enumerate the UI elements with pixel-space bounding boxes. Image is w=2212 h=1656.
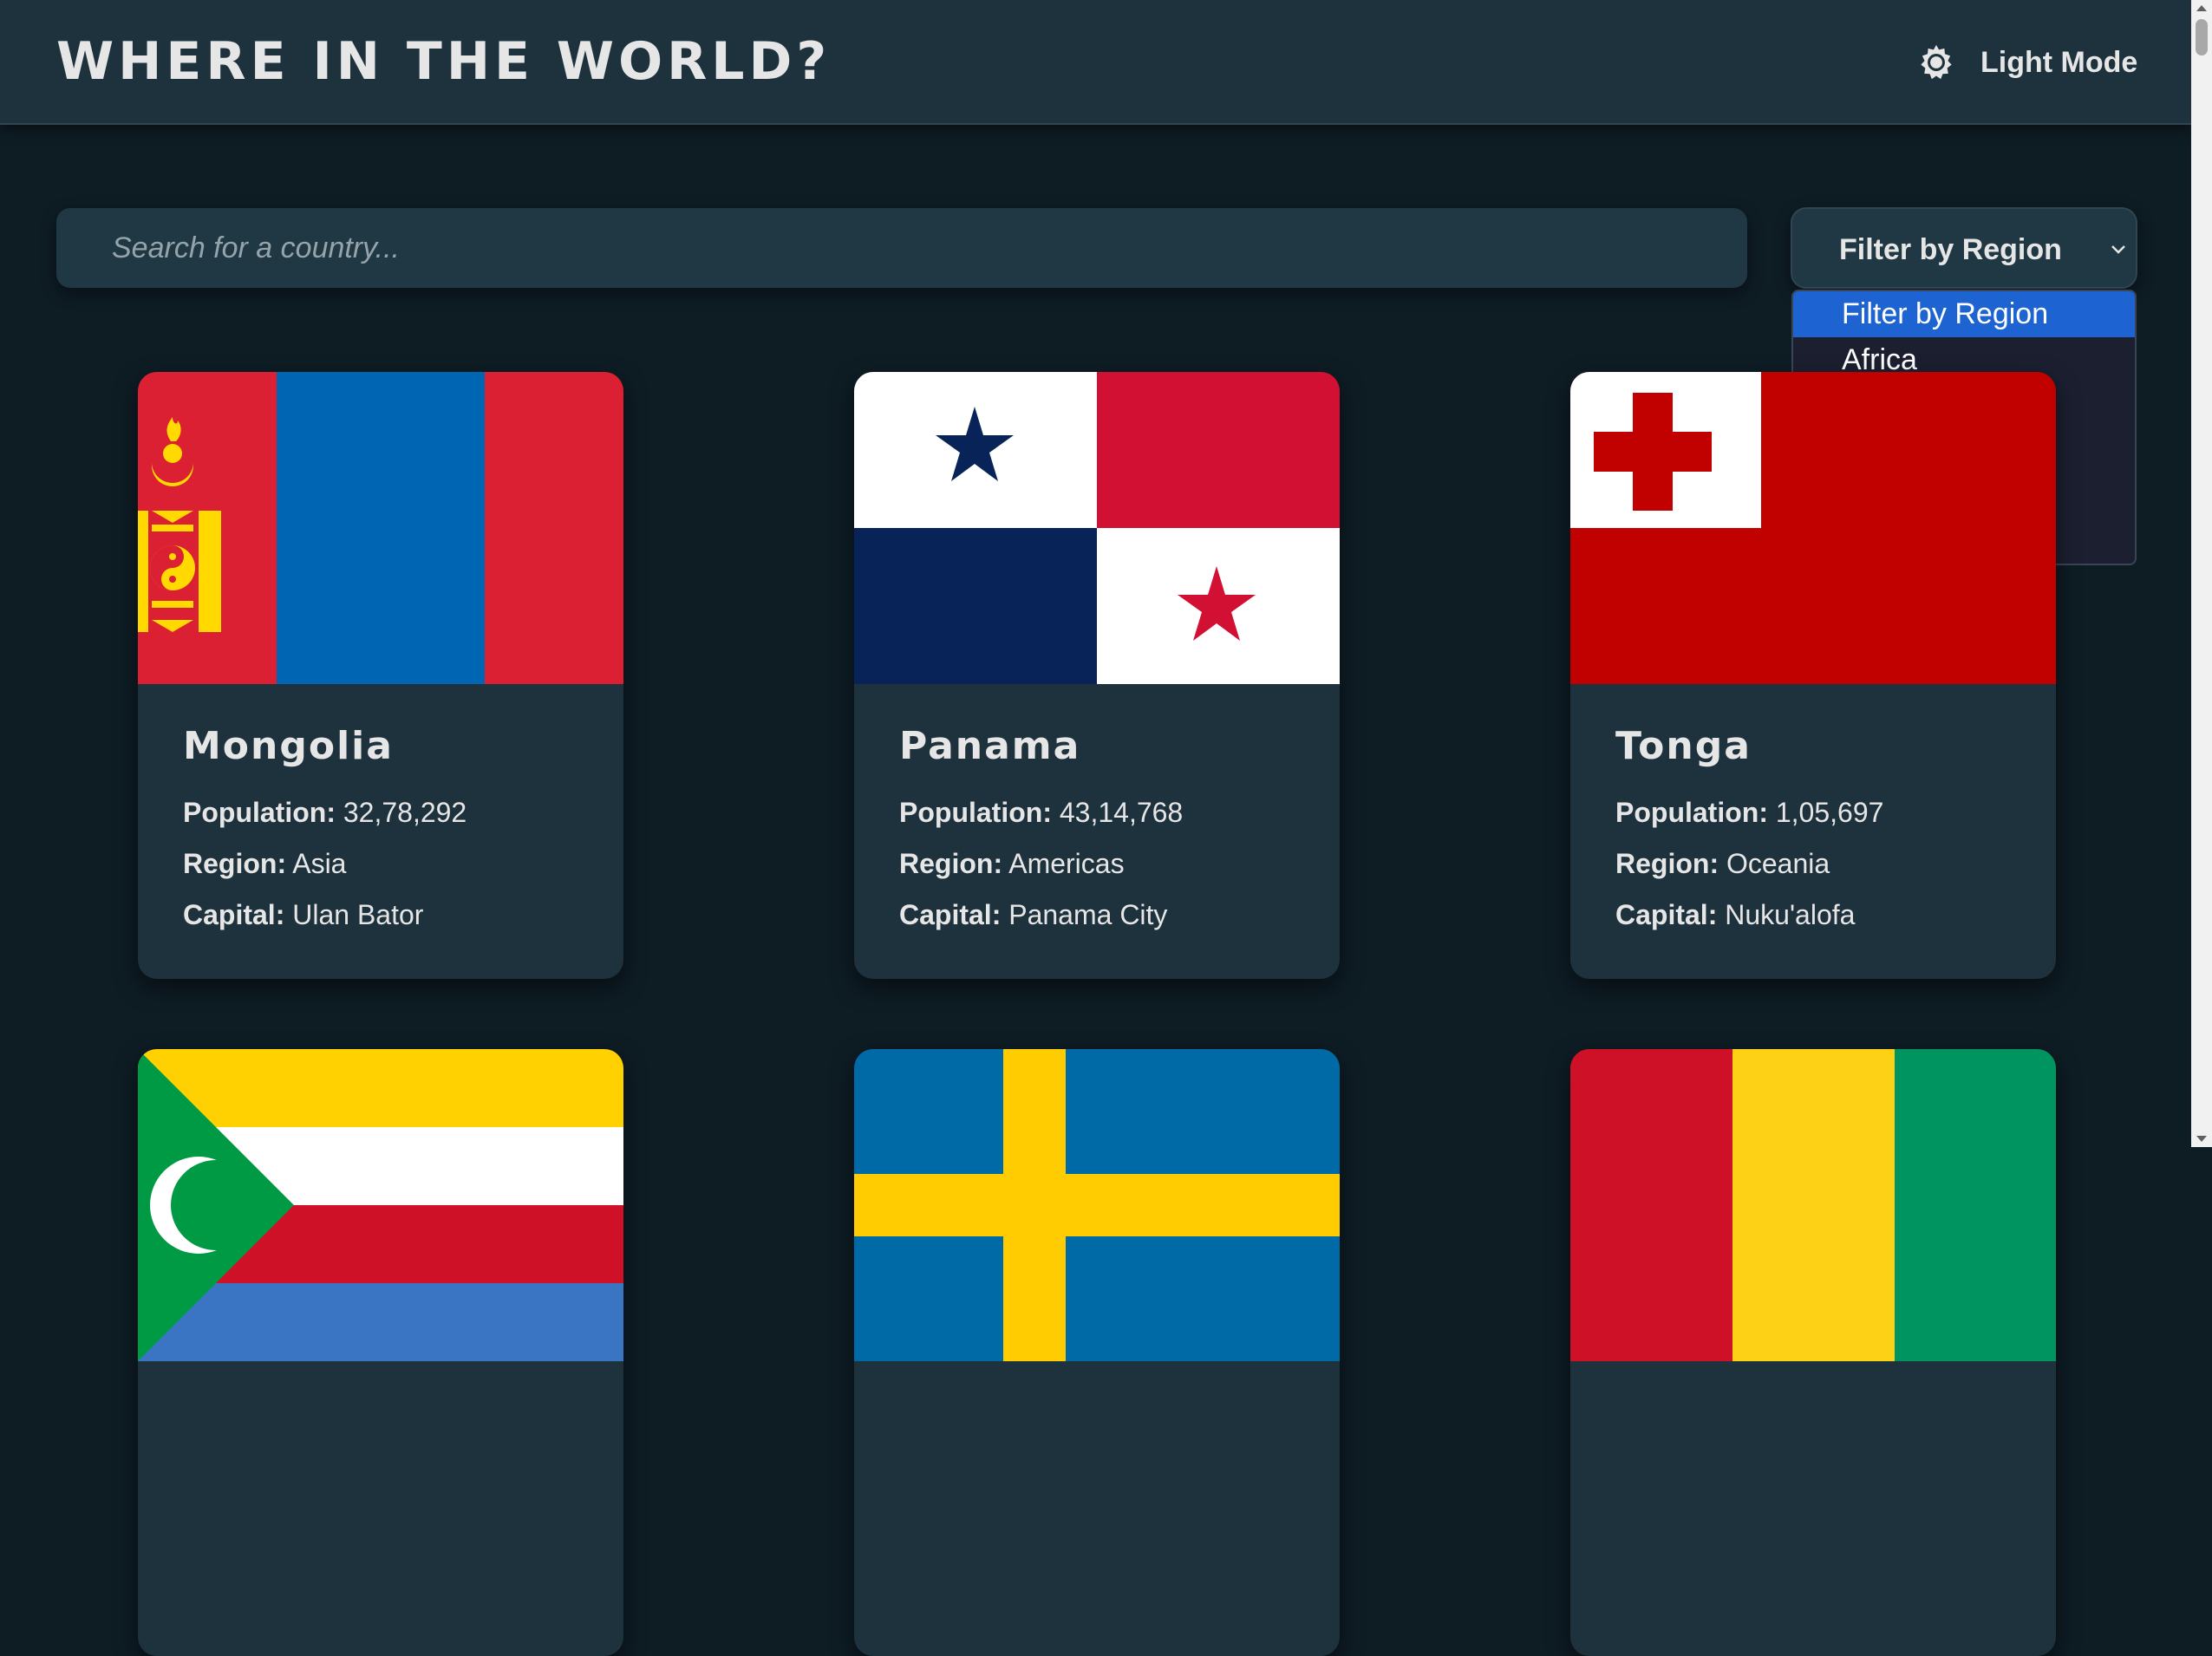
country-population: Population: 1,05,697 [1615,797,1883,829]
population-value: 32,78,292 [343,797,467,828]
country-region: Region: Asia [183,848,346,880]
region-label: Region: [183,848,287,879]
scroll-up-arrow-icon[interactable] [2196,5,2207,11]
gear-icon [1916,42,1956,82]
region-filter-label: Filter by Region [1839,233,2062,266]
population-value: 1,05,697 [1775,797,1884,828]
theme-toggle-label: Light Mode [1980,45,2138,79]
population-label: Population: [183,797,336,828]
sweden-flag [854,1049,1340,1361]
search-input[interactable] [56,208,1747,288]
region-label: Region: [1615,848,1719,879]
capital-value: Panama City [1008,899,1168,930]
country-card-comoros[interactable] [138,1049,623,1656]
capital-label: Capital: [899,899,1002,930]
capital-label: Capital: [1615,899,1718,930]
population-label: Population: [1615,797,1768,828]
country-card-sweden[interactable] [854,1049,1340,1656]
country-region: Region: Oceania [1615,848,1830,880]
site-header: WHERE IN THE WORLD? Light Mode [0,0,2191,125]
country-card-mongolia[interactable]: Mongolia Population: 32,78,292 Region: A… [138,372,623,979]
region-label: Region: [899,848,1003,879]
capital-value: Nuku'alofa [1725,899,1856,930]
site-title: WHERE IN THE WORLD? [56,31,832,92]
guinea-flag [1570,1049,2056,1361]
comoros-flag [138,1049,623,1361]
search-bar [56,208,1747,288]
region-value: Oceania [1726,848,1830,879]
capital-value: Ulan Bator [292,899,424,930]
country-capital: Capital: Nuku'alofa [1615,899,1855,931]
country-capital: Capital: Panama City [899,899,1167,931]
region-option-all[interactable]: Filter by Region [1793,291,2135,337]
chevron-down-icon [2108,238,2129,259]
population-value: 43,14,768 [1059,797,1184,828]
scrollbar-thumb[interactable] [2196,19,2208,55]
country-population: Population: 43,14,768 [899,797,1183,829]
capital-label: Capital: [183,899,285,930]
scroll-down-arrow-icon[interactable] [2196,1136,2207,1142]
region-filter-select[interactable]: Filter by Region [1791,207,2137,289]
mongolia-flag [138,372,623,684]
population-label: Population: [899,797,1052,828]
country-name: Tonga [1615,724,1752,768]
panama-flag [854,372,1340,684]
country-region: Region: Americas [899,848,1125,880]
country-card-guinea[interactable] [1570,1049,2056,1656]
page-scrollbar[interactable] [2191,0,2212,1147]
country-card-panama[interactable]: Panama Population: 43,14,768 Region: Ame… [854,372,1340,979]
theme-toggle-button[interactable]: Light Mode [1916,36,2137,88]
tonga-flag [1570,372,2056,684]
country-population: Population: 32,78,292 [183,797,467,829]
region-value: Americas [1008,848,1125,879]
country-card-tonga[interactable]: Tonga Population: 1,05,697 Region: Ocean… [1570,372,2056,979]
region-value: Asia [292,848,347,879]
country-name: Panama [899,724,1081,768]
country-capital: Capital: Ulan Bator [183,899,423,931]
country-name: Mongolia [183,724,394,768]
